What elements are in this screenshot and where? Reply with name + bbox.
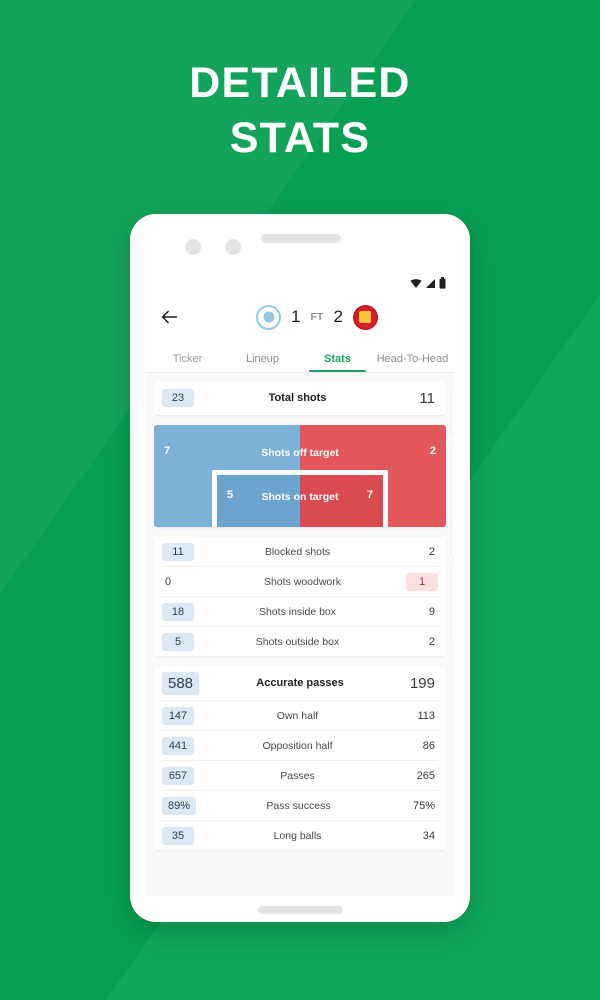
stat-row-shots-inside-box: 18 Shots inside box 9 (154, 597, 446, 626)
shots-woodwork-label: Shots woodwork (263, 575, 342, 588)
promo-page: DETAILED STATS 1 FT 2 Ticker Lineup Stat… (0, 0, 600, 1000)
page-edge-hint-top (452, 389, 454, 433)
page-edge-hint-bottom (452, 565, 454, 647)
accurate-passes-label: Accurate passes (256, 677, 344, 689)
blocked-shots-home-value: 11 (162, 542, 194, 561)
signal-icon (425, 276, 436, 294)
own-half-away-value: 113 (417, 709, 435, 722)
shots-inside-box-label: Shots inside box (258, 605, 337, 618)
phone-bottom-indicator (258, 906, 343, 914)
battery-icon (439, 276, 446, 294)
shots-off-target-away-value: 2 (429, 445, 436, 457)
stat-row-total-shots: 23 Total shots 11 (154, 381, 446, 415)
shots-off-target-label: Shots off target (261, 447, 339, 459)
tab-ticker[interactable]: Ticker (150, 353, 225, 372)
shots-woodwork-home-value: 0 (165, 575, 172, 588)
shots-woodwork-away-value: 1 (406, 572, 438, 591)
phone-screen: 1 FT 2 Ticker Lineup Stats Head-To-Head … (146, 276, 454, 896)
shots-goal-graphic: 7 Shots off target 2 5 Shots on target 7 (154, 425, 446, 527)
shots-on-target-label: Shots on target (261, 491, 339, 503)
pass-success-home-value: 89% (162, 796, 197, 815)
match-header: 1 FT 2 (146, 294, 454, 340)
stat-row-accurate-passes: 588 Accurate passes 199 (154, 666, 446, 700)
stat-row-pass-success: 89% Pass success 75% (154, 791, 446, 820)
shots-outside-box-home-value: 5 (162, 632, 194, 651)
stat-row-opposition-half: 441 Opposition half 86 (154, 731, 446, 760)
shots-inside-box-home-value: 18 (162, 602, 194, 621)
total-shots-away-value: 11 (419, 389, 435, 407)
shots-on-target-away-value: 7 (366, 489, 373, 501)
stat-row-shots-outside-box: 5 Shots outside box 2 (154, 627, 446, 656)
shots-detail-card: 11 Blocked shots 2 0 Shots woodwork 1 18… (154, 537, 446, 656)
stat-row-shots-woodwork: 0 Shots woodwork 1 (154, 567, 446, 596)
own-half-label: Own half (276, 709, 319, 722)
shots-inside-box-away-value: 9 (428, 605, 435, 618)
own-half-home-value: 147 (162, 706, 194, 725)
long-balls-home-value: 35 (162, 826, 194, 845)
opposition-half-label: Opposition half (262, 739, 333, 752)
shots-outside-box-away-value: 2 (428, 635, 435, 648)
blocked-shots-away-value: 2 (428, 545, 435, 558)
pass-success-away-value: 75% (412, 799, 435, 812)
passes-label: Passes (280, 769, 315, 782)
passes-away-value: 265 (416, 769, 435, 782)
tab-lineup[interactable]: Lineup (225, 353, 300, 372)
tab-stats[interactable]: Stats (300, 353, 375, 372)
promo-headline: DETAILED STATS (0, 56, 600, 166)
accurate-passes-away-value: 199 (409, 674, 435, 692)
stats-panel: 23 Total shots 11 7 Shots off target 2 5… (146, 373, 454, 896)
accurate-passes-home-value: 588 (162, 671, 200, 695)
phone-top-bezel (130, 214, 470, 276)
away-score: 2 (333, 307, 343, 326)
stat-row-blocked-shots: 11 Blocked shots 2 (154, 537, 446, 566)
total-shots-card: 23 Total shots 11 (154, 381, 446, 415)
wifi-icon (410, 276, 422, 294)
long-balls-away-value: 34 (422, 829, 435, 842)
passes-card: 588 Accurate passes 199 147 Own half 113… (154, 666, 446, 850)
pass-success-label: Pass success (266, 799, 331, 812)
match-tabs: Ticker Lineup Stats Head-To-Head (146, 340, 454, 373)
headline-line-2: STATS (229, 114, 371, 162)
man-city-crest (256, 304, 282, 330)
scoreline: 1 FT 2 (192, 304, 442, 330)
tab-head-to-head[interactable]: Head-To-Head (375, 353, 450, 372)
home-score: 1 (291, 307, 301, 326)
opposition-half-home-value: 441 (162, 736, 194, 755)
total-shots-label: Total shots (268, 392, 327, 404)
headline-line-1: DETAILED (189, 59, 411, 107)
stat-row-own-half: 147 Own half 113 (154, 701, 446, 730)
man-united-crest (352, 304, 378, 330)
phone-earpiece-speaker (261, 234, 341, 243)
passes-home-value: 657 (162, 766, 194, 785)
match-status: FT (310, 311, 324, 323)
phone-camera-dot-2 (225, 239, 241, 255)
phone-camera-dot-1 (185, 239, 201, 255)
page-edge-hint-mid (452, 449, 454, 557)
blocked-shots-label: Blocked shots (264, 545, 331, 558)
status-bar (146, 276, 454, 294)
shots-outside-box-label: Shots outside box (255, 635, 340, 648)
stat-row-passes: 657 Passes 265 (154, 761, 446, 790)
stat-row-long-balls: 35 Long balls 34 (154, 821, 446, 850)
total-shots-home-value: 23 (162, 389, 194, 407)
long-balls-label: Long balls (273, 829, 322, 842)
opposition-half-away-value: 86 (422, 739, 435, 752)
goal-frame: 5 Shots on target 7 (212, 470, 388, 527)
back-arrow-icon[interactable] (158, 306, 180, 328)
